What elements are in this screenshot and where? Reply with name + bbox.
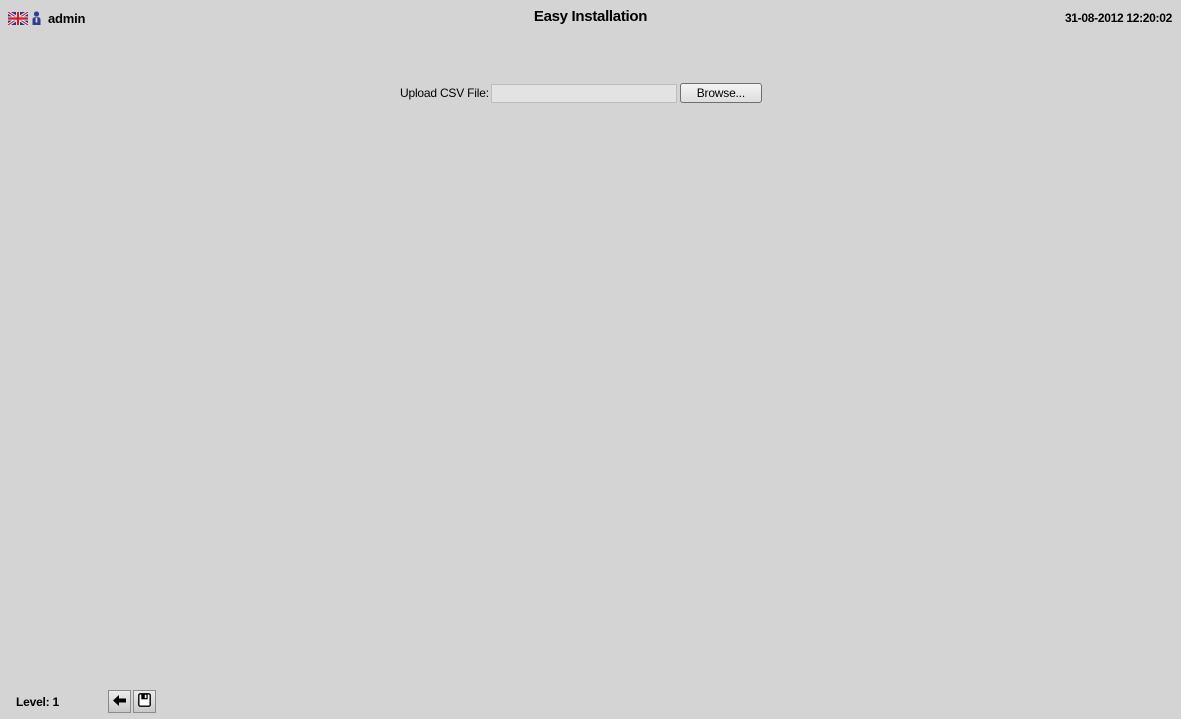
- browse-button[interactable]: Browse...: [679, 83, 762, 103]
- app-window: admin Easy Installation 31-08-2012 12:20…: [0, 0, 1181, 719]
- save-disk-icon: [138, 693, 151, 710]
- back-arrow-icon: [112, 694, 127, 710]
- header-bar: admin Easy Installation 31-08-2012 12:20…: [0, 0, 1181, 36]
- datetime: 31-08-2012 12:20:02: [1064, 11, 1172, 25]
- csv-upload-row: Upload CSV File: Browse...: [400, 82, 762, 104]
- level-value: 1: [52, 695, 59, 709]
- level-indicator: Level: 1: [16, 695, 59, 709]
- save-button[interactable]: [133, 690, 156, 713]
- page-title: Easy Installation: [533, 8, 648, 25]
- footer-toolbar: [108, 690, 158, 713]
- upload-csv-label: Upload CSV File:: [400, 86, 489, 100]
- csv-file-path-input[interactable]: [490, 83, 677, 103]
- back-button[interactable]: [108, 690, 131, 713]
- level-label: Level:: [16, 695, 50, 709]
